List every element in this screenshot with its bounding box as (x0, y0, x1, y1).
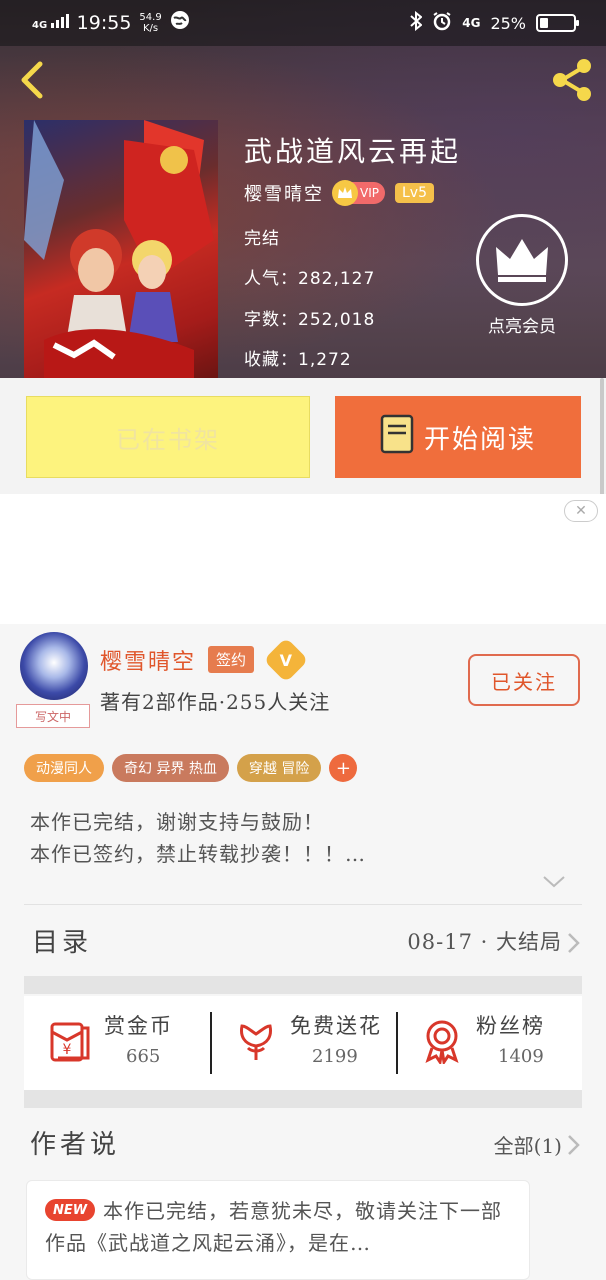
signal-icon (50, 14, 69, 28)
ad-banner: ✕ (0, 494, 606, 624)
author-says-header[interactable]: 作者说 全部(1) (24, 1120, 582, 1176)
scrollbar[interactable] (600, 378, 604, 508)
expand-description-button[interactable] (542, 874, 566, 893)
author-note-text: 本作已完结，若意犹未尽，敬请关注下一部作品《武战道之风起云涌》，是在… (45, 1199, 502, 1255)
chevron-down-icon (543, 876, 565, 888)
level-badge: Lv5 (394, 183, 434, 203)
new-badge: NEW (45, 1199, 95, 1221)
flower-icon (240, 1024, 272, 1060)
tag-fantasy[interactable]: 奇幻 异界 热血 (112, 754, 229, 782)
net-speed: 54.9 K/s (139, 11, 162, 34)
book-icon (380, 414, 414, 461)
globe-icon (170, 10, 190, 35)
verified-badge: V (263, 637, 309, 683)
medal-icon (425, 1020, 459, 1064)
battery-level: 25% (490, 13, 526, 33)
popularity-stat: 人气：282,127 (244, 269, 376, 289)
table-of-contents-row[interactable]: 目录 08-17 · 大结局 (24, 910, 582, 974)
favorites-stat: 收藏：1,272 (244, 350, 352, 370)
share-icon (553, 59, 591, 101)
book-title: 武战道风云再起 (244, 135, 462, 168)
book-cover[interactable] (24, 120, 218, 378)
book-status: 完结 (244, 229, 280, 249)
back-button[interactable] (14, 56, 54, 104)
mobile-data: 4G (462, 16, 481, 30)
word-count-stat: 字数：252,018 (244, 310, 376, 330)
avatar[interactable] (20, 632, 88, 700)
book-description: 本作已完结，谢谢支持与鼓励！ 本作已签约，禁止转载抄袭！！！… (30, 810, 366, 866)
add-tag-button[interactable]: + (329, 754, 358, 782)
network-type: 4G (32, 14, 69, 31)
light-up-membership-button[interactable]: 点亮会员 (474, 214, 570, 337)
signed-badge: 签约 (208, 646, 255, 673)
close-ad-button[interactable]: ✕ (564, 500, 598, 522)
author-works-summary: 著有2部作品·255人关注 (100, 690, 331, 714)
support-stats: ¥ 赏金币 665 免费送花 2199 粉丝榜 1409 (24, 996, 582, 1102)
free-flowers-stat[interactable]: 免费送花 2199 (210, 996, 396, 1102)
divider (24, 904, 582, 905)
tag-adventure[interactable]: 穿越 冒险 (236, 754, 322, 782)
toc-title: 目录 (32, 928, 93, 958)
book-author[interactable]: 樱雪晴空 (244, 180, 324, 206)
red-envelope-icon: ¥ (50, 1022, 90, 1062)
chevron-right-icon (568, 933, 580, 953)
svg-text:¥: ¥ (63, 1042, 72, 1058)
bluetooth-icon (410, 10, 423, 35)
status-bar: 4G 19:55 54.9 K/s 4G 25% (0, 0, 606, 46)
author-section: 写文中 樱雪晴空 签约 V 著有2部作品·255人关注 已关注 动漫同人 奇幻 … (0, 624, 606, 1280)
clock: 19:55 (76, 11, 132, 34)
genre-tags: 动漫同人 奇幻 异界 热血 穿越 冒险 + (24, 754, 358, 782)
book-header: 4G 19:55 54.9 K/s 4G 25% 武战道风云再起 樱雪晴空 VI… (0, 0, 606, 378)
cover-art (24, 120, 214, 378)
in-bookshelf-button[interactable]: 已在书架 (26, 396, 310, 478)
vip-badge: VIP (332, 180, 385, 206)
close-icon: ✕ (575, 503, 587, 519)
book-author-row: 樱雪晴空 VIP Lv5 (244, 180, 434, 206)
tag-anime-fanfic[interactable]: 动漫同人 (24, 754, 104, 782)
divider (24, 976, 582, 994)
alarm-icon (432, 11, 452, 35)
followed-button[interactable]: 已关注 (468, 654, 580, 706)
divider (24, 1090, 582, 1108)
start-reading-button[interactable]: 开始阅读 (335, 396, 581, 478)
fan-ranking-stat[interactable]: 粉丝榜 1409 (396, 996, 582, 1102)
crown-icon (332, 180, 358, 206)
battery-icon (536, 14, 579, 32)
latest-chapter: 08-17 · 大结局 (407, 930, 562, 954)
crown-icon (476, 214, 568, 306)
reward-coins-stat[interactable]: ¥ 赏金币 665 (24, 996, 210, 1102)
view-all-notes: 全部(1) (493, 1134, 562, 1158)
author-says-title: 作者说 (30, 1130, 121, 1160)
chevron-right-icon (568, 1135, 580, 1155)
author-name[interactable]: 樱雪晴空 (100, 644, 196, 676)
action-bar: 已在书架 开始阅读 (0, 378, 606, 494)
chevron-left-icon (21, 61, 43, 99)
writing-status-tag: 写文中 (16, 704, 90, 728)
author-note-card[interactable]: 本作已完结，若意犹未尽，敬请关注下一部作品《武战道之风起云涌》，是在… NEW (26, 1180, 530, 1280)
share-button[interactable] (548, 56, 596, 104)
